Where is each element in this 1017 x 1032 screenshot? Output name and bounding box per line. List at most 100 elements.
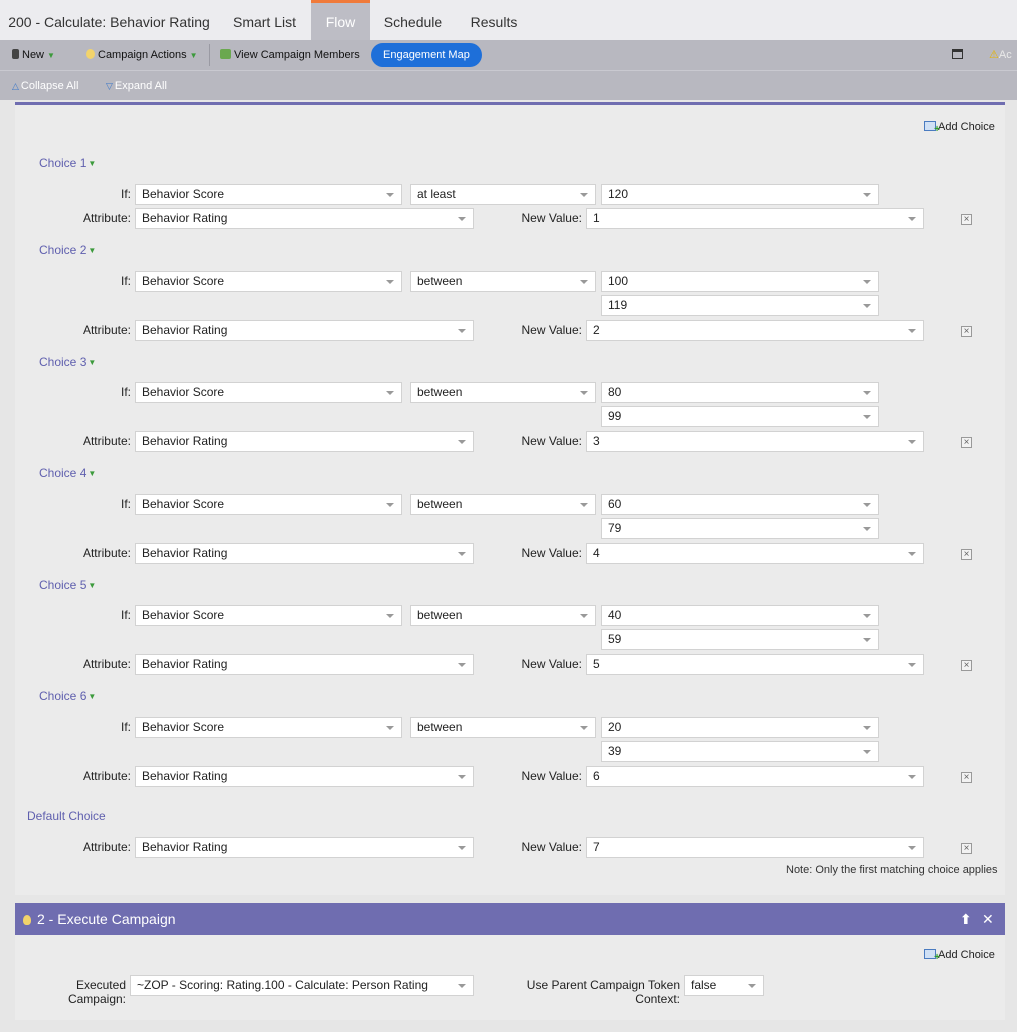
- attribute-select[interactable]: Behavior Rating: [135, 766, 474, 787]
- range-min-input[interactable]: 100: [601, 271, 879, 292]
- delete-choice-icon[interactable]: ×: [961, 326, 972, 337]
- view-campaign-members-button[interactable]: View Campaign Members: [220, 40, 360, 70]
- toolbar-divider: [209, 44, 210, 66]
- range-min-input[interactable]: 20: [601, 717, 879, 738]
- campaign-actions-label: Campaign Actions: [98, 49, 187, 61]
- tab-bar: 200 - Calculate: Behavior Rating Smart L…: [0, 0, 1017, 40]
- condition-field-select[interactable]: Behavior Score: [135, 271, 402, 292]
- attribute-label: Attribute:: [82, 546, 131, 560]
- new-value-select[interactable]: 6: [586, 766, 924, 787]
- default-choice-title: Default Choice: [27, 809, 106, 823]
- new-value-select[interactable]: 5: [586, 654, 924, 675]
- range-max-input[interactable]: 79: [601, 518, 879, 539]
- operator-select[interactable]: between: [410, 271, 596, 292]
- token-context-select[interactable]: false: [684, 975, 764, 996]
- new-value-label: New Value:: [521, 546, 582, 560]
- range-max-input[interactable]: 99: [601, 406, 879, 427]
- choice-4-title[interactable]: Choice 4 ▼: [39, 466, 96, 480]
- new-value-label: New Value:: [521, 323, 582, 337]
- choice-2-title[interactable]: Choice 2 ▼: [39, 243, 96, 257]
- add-choice-icon: [924, 121, 940, 135]
- condition-value-input[interactable]: 120: [601, 184, 879, 205]
- expand-icon: ▽: [106, 81, 113, 91]
- new-value-select[interactable]: 4: [586, 543, 924, 564]
- delete-choice-icon[interactable]: ×: [961, 772, 972, 783]
- delete-choice-icon[interactable]: ×: [961, 660, 972, 671]
- operator-select[interactable]: between: [410, 494, 596, 515]
- delete-choice-icon[interactable]: ×: [961, 214, 972, 225]
- add-choice-button[interactable]: Add Choice: [924, 121, 995, 135]
- add-choice-button[interactable]: Add Choice: [924, 949, 995, 963]
- chevron-down-icon: ▼: [88, 692, 97, 701]
- choice-1-title[interactable]: Choice 1 ▼: [39, 156, 96, 170]
- if-label: If:: [120, 385, 131, 399]
- attribute-select[interactable]: Behavior Rating: [135, 320, 474, 341]
- new-value-select[interactable]: 3: [586, 431, 924, 452]
- attribute-select[interactable]: Behavior Rating: [135, 208, 474, 229]
- chevron-down-icon: ▼: [189, 51, 198, 60]
- range-min-input[interactable]: 60: [601, 494, 879, 515]
- new-value-label: New Value:: [521, 769, 582, 783]
- operator-select[interactable]: between: [410, 605, 596, 626]
- operator-select[interactable]: between: [410, 717, 596, 738]
- first-match-note: Note: Only the first matching choice app…: [786, 864, 998, 876]
- tab-campaign-name[interactable]: 200 - Calculate: Behavior Rating: [0, 0, 218, 40]
- attribute-label: Attribute:: [82, 211, 131, 225]
- new-value-label: New Value:: [521, 434, 582, 448]
- add-choice-label: Add Choice: [938, 121, 995, 133]
- new-value-label: New Value:: [521, 840, 582, 854]
- range-max-input[interactable]: 59: [601, 629, 879, 650]
- new-value-select[interactable]: 1: [586, 208, 924, 229]
- attribute-select[interactable]: Behavior Rating: [135, 431, 474, 452]
- chevron-down-icon: ▼: [88, 358, 97, 367]
- tab-schedule[interactable]: Schedule: [370, 0, 456, 40]
- operator-select[interactable]: between: [410, 382, 596, 403]
- delete-choice-icon[interactable]: ×: [961, 549, 972, 560]
- default-attribute-select[interactable]: Behavior Rating: [135, 837, 474, 858]
- choice-6-title[interactable]: Choice 6 ▼: [39, 689, 96, 703]
- attribute-select[interactable]: Behavior Rating: [135, 654, 474, 675]
- add-choice-icon: [924, 949, 940, 963]
- new-value-select[interactable]: 2: [586, 320, 924, 341]
- range-min-input[interactable]: 40: [601, 605, 879, 626]
- attribute-select[interactable]: Behavior Rating: [135, 543, 474, 564]
- range-max-input[interactable]: 39: [601, 741, 879, 762]
- range-min-input[interactable]: 80: [601, 382, 879, 403]
- close-icon[interactable]: ✕: [982, 903, 994, 935]
- range-max-input[interactable]: 119: [601, 295, 879, 316]
- condition-field-select[interactable]: Behavior Score: [135, 382, 402, 403]
- tab-flow[interactable]: Flow: [311, 0, 370, 40]
- condition-field-select[interactable]: Behavior Score: [135, 717, 402, 738]
- people-icon: [220, 49, 231, 59]
- tab-smart-list[interactable]: Smart List: [218, 0, 311, 40]
- condition-field-select[interactable]: Behavior Score: [135, 494, 402, 515]
- delete-choice-icon[interactable]: ×: [961, 843, 972, 854]
- chevron-down-icon: ▼: [88, 581, 97, 590]
- condition-field-select[interactable]: Behavior Score: [135, 605, 402, 626]
- if-label: If:: [120, 187, 131, 201]
- engagement-map-button[interactable]: Engagement Map: [371, 43, 482, 67]
- alert-button[interactable]: ⚠Ac: [989, 40, 1012, 70]
- condition-field-select[interactable]: Behavior Score: [135, 184, 402, 205]
- lightbulb-icon: [86, 49, 95, 59]
- choice-3-title[interactable]: Choice 3 ▼: [39, 355, 96, 369]
- tab-results[interactable]: Results: [456, 0, 532, 40]
- expand-all-button[interactable]: ▽ Expand All: [106, 71, 167, 101]
- move-up-icon[interactable]: ⬆: [960, 903, 972, 935]
- operator-select[interactable]: at least: [410, 184, 596, 205]
- new-menu-button[interactable]: New ▼: [12, 40, 55, 70]
- alert-label: Ac: [998, 49, 1012, 61]
- delete-choice-icon[interactable]: ×: [961, 437, 972, 448]
- change-data-value-step: Add Choice Choice 1▼ If: Behavior Score …: [15, 102, 1005, 895]
- choice-5-title[interactable]: Choice 5 ▼: [39, 578, 96, 592]
- executed-campaign-select[interactable]: ~ZOP - Scoring: Rating.100 - Calculate: …: [130, 975, 474, 996]
- attribute-label: Attribute:: [82, 769, 131, 783]
- execute-campaign-step-header[interactable]: 2 - Execute Campaign ⬆ ✕: [15, 903, 1005, 935]
- executed-campaign-label: Executed Campaign:: [67, 978, 126, 1006]
- window-icon[interactable]: [952, 40, 963, 70]
- default-new-value-select[interactable]: 7: [586, 837, 924, 858]
- collapse-all-label: Collapse All: [20, 80, 79, 92]
- campaign-actions-button[interactable]: Campaign Actions ▼: [86, 40, 198, 70]
- collapse-all-button[interactable]: △ Collapse All: [12, 71, 78, 101]
- chevron-down-icon: ▼: [47, 51, 55, 60]
